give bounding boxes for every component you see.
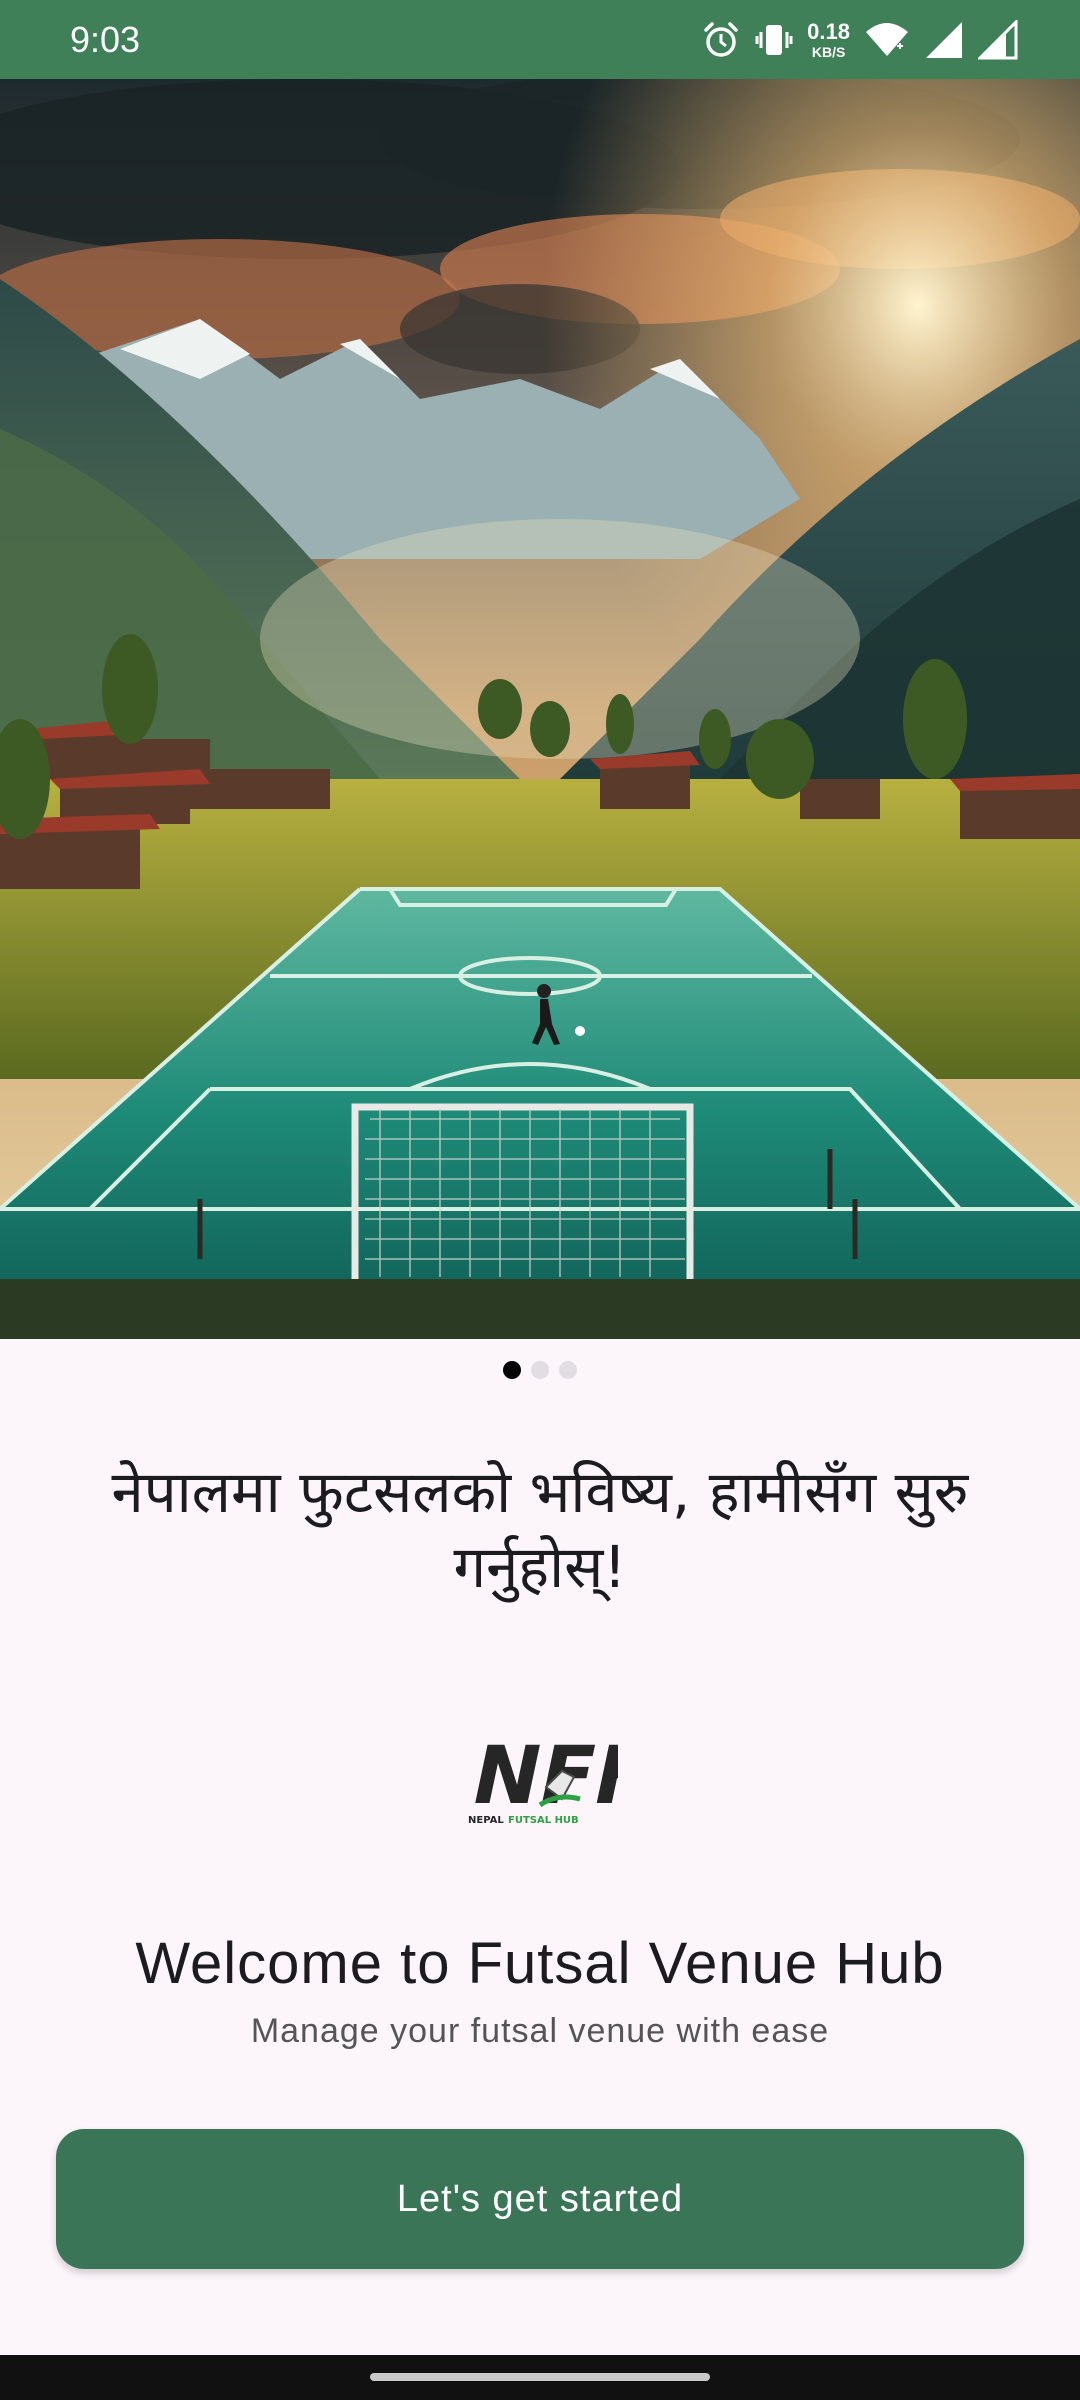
status-time: 9:03 — [70, 19, 141, 60]
logo-text-futsal-hub: FUTSAL HUB — [508, 1815, 579, 1826]
wifi-icon — [864, 20, 910, 60]
get-started-button[interactable]: Let's get started — [56, 2129, 1024, 2269]
page-dot-2[interactable] — [531, 1361, 549, 1379]
page-dot-3[interactable] — [559, 1361, 577, 1379]
vibrate-icon — [755, 20, 793, 60]
page-dot-1[interactable] — [503, 1361, 521, 1379]
signal-icon — [924, 20, 964, 60]
status-icons: 0.18 KB/S — [701, 18, 1018, 62]
welcome-subtitle: Manage your futsal venue with ease — [250, 2012, 830, 2050]
home-gesture-handle[interactable] — [370, 2373, 710, 2381]
status-bar: 9:03 0.18 KB/S — [0, 0, 1080, 79]
hero-image — [0, 79, 1080, 1339]
tagline: नेपालमा फुटसलको भविष्य, हामीसँग सुरु गर्… — [111, 1458, 969, 1601]
network-speed-unit: KB/S — [811, 44, 846, 60]
welcome-title: Welcome to Futsal Venue Hub — [135, 1931, 945, 1996]
network-speed: 0.18 KB/S — [807, 19, 850, 60]
logo-text-nepal: NEPAL — [468, 1815, 504, 1826]
signal-icon — [978, 20, 1018, 60]
alarm-icon — [701, 20, 741, 60]
network-speed-value: 0.18 — [807, 19, 850, 44]
page-indicator — [0, 1361, 1080, 1379]
logo-mark: NFH — [464, 1730, 618, 1823]
nfh-logo: NFH NEPAL FUTSAL HUB — [462, 1727, 672, 1827]
